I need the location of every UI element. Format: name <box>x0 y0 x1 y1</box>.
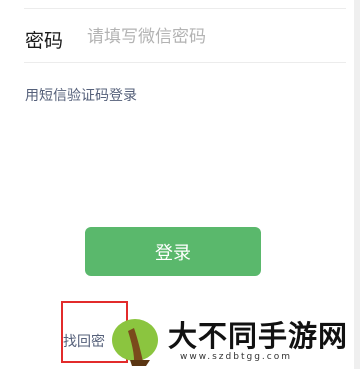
password-row: 密码 <box>0 18 360 62</box>
watermark-title: 大不同手游网 <box>168 319 349 353</box>
password-input[interactable] <box>87 22 327 52</box>
top-divider <box>24 8 346 9</box>
sms-login-link[interactable]: 用短信验证码登录 <box>25 85 137 105</box>
right-edge-strip <box>354 0 360 369</box>
password-divider <box>24 62 346 63</box>
find-password-link[interactable]: 找回密 <box>63 331 105 351</box>
watermark-logo-icon <box>112 319 158 366</box>
login-button[interactable]: 登录 <box>85 227 261 276</box>
watermark-url: www.szdbtgg.com <box>180 352 292 362</box>
password-label: 密码 <box>25 30 64 52</box>
